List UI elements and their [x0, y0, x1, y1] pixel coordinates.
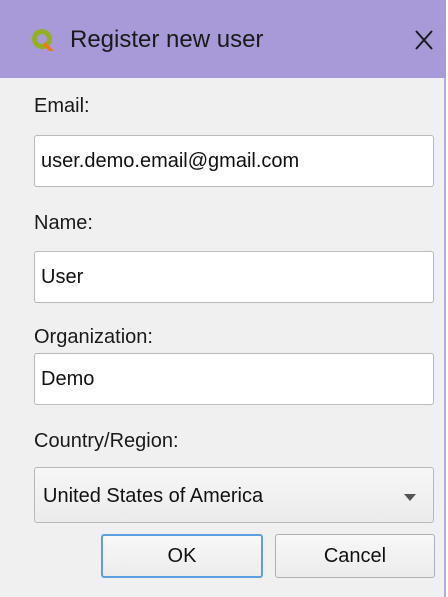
email-field[interactable]	[34, 135, 434, 187]
close-button[interactable]	[404, 22, 444, 58]
ok-button[interactable]: OK	[101, 534, 263, 578]
name-field[interactable]	[34, 251, 434, 303]
country-region-select[interactable]: United States of America	[34, 467, 434, 523]
country-region-value: United States of America	[43, 485, 264, 507]
qgis-logo-icon	[30, 27, 56, 53]
window-title: Register new user	[70, 26, 264, 53]
organization-field[interactable]	[34, 353, 434, 405]
chevron-down-icon	[403, 490, 417, 501]
cancel-button[interactable]: Cancel	[275, 534, 435, 578]
country-region-label: Country/Region:	[34, 430, 179, 452]
name-label: Name:	[34, 212, 93, 234]
register-user-dialog: Register new user Email: Name: Organizat…	[0, 0, 446, 597]
close-icon	[415, 30, 433, 50]
email-label: Email:	[34, 95, 90, 117]
title-bar: Register new user	[0, 0, 446, 78]
organization-label: Organization:	[34, 326, 153, 348]
